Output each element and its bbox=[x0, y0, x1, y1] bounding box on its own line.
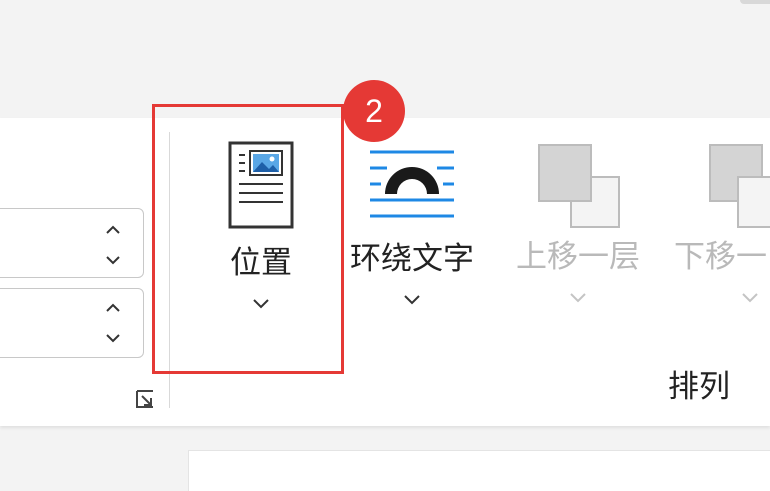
send-backward-icon bbox=[709, 144, 770, 228]
dialog-launcher-icon bbox=[136, 390, 153, 408]
height-spin-box[interactable] bbox=[0, 208, 144, 278]
document-area bbox=[188, 450, 770, 491]
wrap-text-button[interactable]: 环绕文字 bbox=[332, 148, 492, 307]
width-decrease-button[interactable] bbox=[103, 327, 123, 349]
chevron-down-icon bbox=[253, 299, 269, 309]
chevron-up-icon bbox=[106, 303, 120, 312]
chevron-down-icon bbox=[404, 295, 420, 305]
width-spin-box[interactable] bbox=[0, 288, 144, 358]
wrap-text-icon bbox=[370, 150, 454, 218]
group-divider bbox=[169, 132, 170, 408]
arrange-group-label: 排列 bbox=[668, 369, 730, 405]
size-dialog-launcher[interactable] bbox=[134, 388, 156, 410]
position-icon bbox=[228, 141, 294, 229]
bring-forward-icon bbox=[538, 144, 620, 228]
position-button[interactable]: 位置 bbox=[206, 140, 316, 311]
chevron-down-icon bbox=[106, 256, 120, 265]
position-label: 位置 bbox=[230, 245, 292, 281]
bring-forward-label: 上移一层 bbox=[516, 239, 640, 275]
chevron-up-icon bbox=[106, 225, 120, 234]
bring-forward-button[interactable]: 上移一层 bbox=[498, 142, 658, 305]
height-increase-button[interactable] bbox=[103, 219, 123, 241]
window-corner bbox=[740, 0, 770, 4]
width-increase-button[interactable] bbox=[103, 297, 123, 319]
chevron-down-icon bbox=[570, 293, 586, 303]
send-backward-button[interactable]: 下移一 bbox=[674, 142, 770, 305]
step-badge: 2 bbox=[343, 80, 405, 142]
chevron-down-icon bbox=[742, 293, 758, 303]
height-decrease-button[interactable] bbox=[103, 249, 123, 271]
send-backward-label: 下移一 bbox=[674, 239, 767, 275]
chevron-down-icon bbox=[106, 334, 120, 343]
wrap-text-label: 环绕文字 bbox=[350, 241, 474, 277]
